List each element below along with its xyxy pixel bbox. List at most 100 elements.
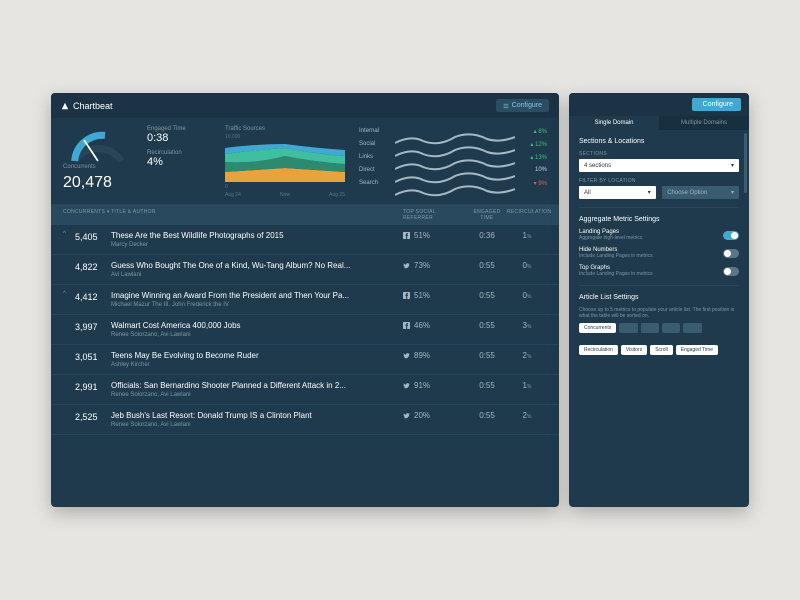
- selected-metric-chips: Concurrents: [579, 323, 739, 333]
- row-engaged: 0:55: [467, 291, 507, 300]
- article-list-sub: Choose up to 5 metrics to populate your …: [579, 307, 739, 319]
- source-row: Direct 10%: [359, 165, 547, 175]
- config-panel: Configure Single Domain Multiple Domains…: [569, 93, 749, 507]
- facebook-icon: [403, 232, 410, 239]
- facebook-icon: [403, 322, 410, 329]
- tab-single-domain[interactable]: Single Domain: [569, 116, 659, 130]
- row-social: 51%: [403, 231, 467, 240]
- overview-bar: Concurrents 20,478 Engaged Time 0:38 Rec…: [51, 118, 559, 205]
- metric-slot-chip[interactable]: [683, 323, 701, 333]
- sections-value: 4 sections: [584, 163, 611, 169]
- metric-option-chip[interactable]: Scroll: [650, 345, 673, 355]
- twitter-icon: [403, 382, 410, 389]
- article-row[interactable]: 3,997 Walmart Cost America 400,000 Jobs …: [51, 315, 559, 345]
- scrollbar[interactable]: [744, 133, 747, 193]
- col-social[interactable]: TOP SOCIAL REFERRER: [403, 209, 467, 221]
- filter-location-select[interactable]: All ▾: [579, 186, 656, 199]
- expand-caret-icon[interactable]: ^: [63, 291, 75, 297]
- row-engaged: 0:36: [467, 231, 507, 240]
- chartbeat-icon: [61, 102, 69, 110]
- row-author: Ashley Kircher: [111, 362, 403, 368]
- row-title: Officials: San Bernardino Shooter Planne…: [111, 381, 403, 390]
- row-recirc: 0%: [507, 291, 547, 300]
- twitter-icon: [403, 262, 410, 269]
- aggregate-metric-title: Aggregate Metric Settings: [579, 216, 739, 223]
- sections-field-label: SECTIONS: [579, 151, 739, 157]
- metric-option-chip[interactable]: Visitors: [621, 345, 647, 355]
- article-row[interactable]: 4,822 Guess Who Bought The One of a Kind…: [51, 255, 559, 285]
- sections-locations-title: Sections & Locations: [579, 138, 739, 145]
- metric-option-chip[interactable]: Recirculation: [579, 345, 618, 355]
- sliders-icon: [503, 103, 509, 109]
- filter-field-label: FILTER BY LOCATION: [579, 178, 739, 184]
- row-concurrents: 3,051: [75, 351, 111, 362]
- article-row[interactable]: 2,991 Officials: San Bernardino Shooter …: [51, 375, 559, 405]
- article-row[interactable]: 3,051 Teens May Be Evolving to Become Ru…: [51, 345, 559, 375]
- row-concurrents: 5,405: [75, 231, 111, 242]
- traffic-sources-label: Traffic Sources: [225, 126, 345, 132]
- chart-xend: Aug 25: [329, 192, 345, 198]
- row-author: Renee Solorzano, Avi Lawlani: [111, 392, 403, 398]
- brand-name: Chartbeat: [73, 101, 113, 111]
- table-header: CONCURRENTS ▾ TITLE & AUTHOR TOP SOCIAL …: [51, 205, 559, 225]
- concurrents-gauge: [63, 126, 133, 160]
- col-title[interactable]: TITLE & AUTHOR: [111, 209, 403, 221]
- panel-body: Sections & Locations SECTIONS 4 sections…: [569, 130, 749, 507]
- row-concurrents: 2,525: [75, 411, 111, 422]
- source-delta: ▾ 9%: [521, 180, 547, 187]
- dashboard-window: Chartbeat Configure Concurrents 20,478 E…: [51, 93, 559, 507]
- sections-select[interactable]: 4 sections ▾: [579, 159, 739, 172]
- toggle-row: Landing Pages Aggregate high-level metri…: [579, 229, 739, 241]
- source-name: Internal: [359, 128, 389, 134]
- row-author: Michael Mazur The III, John Frederick th…: [111, 302, 403, 308]
- row-engaged: 0:55: [467, 351, 507, 360]
- row-concurrents: 4,822: [75, 261, 111, 272]
- source-delta: ▴ 12%: [521, 141, 547, 148]
- choose-option-select[interactable]: Choose Option ▾: [662, 186, 739, 199]
- row-concurrents: 4,412: [75, 291, 111, 302]
- twitter-icon: [403, 352, 410, 359]
- col-concurrents[interactable]: CONCURRENTS ▾: [63, 209, 111, 221]
- metric-option-chip[interactable]: Engaged Time: [676, 345, 718, 355]
- choose-option-value: Choose Option: [667, 190, 707, 196]
- tab-multiple-domains[interactable]: Multiple Domains: [659, 116, 749, 130]
- source-name: Links: [359, 154, 389, 160]
- configure-button[interactable]: Configure: [496, 99, 549, 112]
- toggle-switch[interactable]: [723, 231, 739, 240]
- concurrents-label: Concurrents: [63, 164, 133, 170]
- available-metric-chips: RecirculationVisitorsScrollEngaged Time: [579, 345, 739, 355]
- source-row: Links ▴ 13%: [359, 152, 547, 162]
- configure-button-panel[interactable]: Configure: [692, 98, 741, 111]
- source-name: Search: [359, 180, 389, 186]
- row-engaged: 0:55: [467, 321, 507, 330]
- article-row[interactable]: ^ 4,412 Imagine Winning an Award From th…: [51, 285, 559, 315]
- row-social: 51%: [403, 291, 467, 300]
- toggle-switch[interactable]: [723, 267, 739, 276]
- source-delta: ▴ 13%: [521, 154, 547, 161]
- traffic-sources-list: Internal ▴ 8% Social ▴ 12% Links ▴ 13% D…: [359, 126, 547, 198]
- article-row[interactable]: ^ 5,405 These Are the Best Wildlife Phot…: [51, 225, 559, 255]
- metric-slot-chip[interactable]: [619, 323, 637, 333]
- facebook-icon: [403, 292, 410, 299]
- source-sparkline: [395, 127, 515, 135]
- row-engaged: 0:55: [467, 381, 507, 390]
- source-name: Direct: [359, 167, 389, 173]
- source-row: Search ▾ 9%: [359, 178, 547, 188]
- row-author: Marcy Decker: [111, 242, 403, 248]
- col-engaged[interactable]: ENGAGED TIME: [467, 209, 507, 221]
- row-title: Walmart Cost America 400,000 Jobs: [111, 321, 403, 330]
- row-title: Imagine Winning an Award From the Presid…: [111, 291, 403, 300]
- row-title: Teens May Be Evolving to Become Ruder: [111, 351, 403, 360]
- toggle-switch[interactable]: [723, 249, 739, 258]
- metric-slot-chip[interactable]: Concurrents: [579, 323, 616, 333]
- col-recirc[interactable]: RECIRCULATION: [507, 209, 547, 221]
- metric-slot-chip[interactable]: [641, 323, 659, 333]
- row-recirc: 2%: [507, 411, 547, 420]
- chevron-down-icon: ▾: [731, 162, 734, 169]
- engaged-time-value: 0:38: [147, 132, 211, 144]
- expand-caret-icon[interactable]: ^: [63, 231, 75, 237]
- metric-slot-chip[interactable]: [662, 323, 680, 333]
- chevron-down-icon: ▾: [648, 189, 651, 196]
- article-row[interactable]: 2,525 Jeb Bush's Last Resort: Donald Tru…: [51, 405, 559, 435]
- source-delta: ▴ 8%: [521, 128, 547, 135]
